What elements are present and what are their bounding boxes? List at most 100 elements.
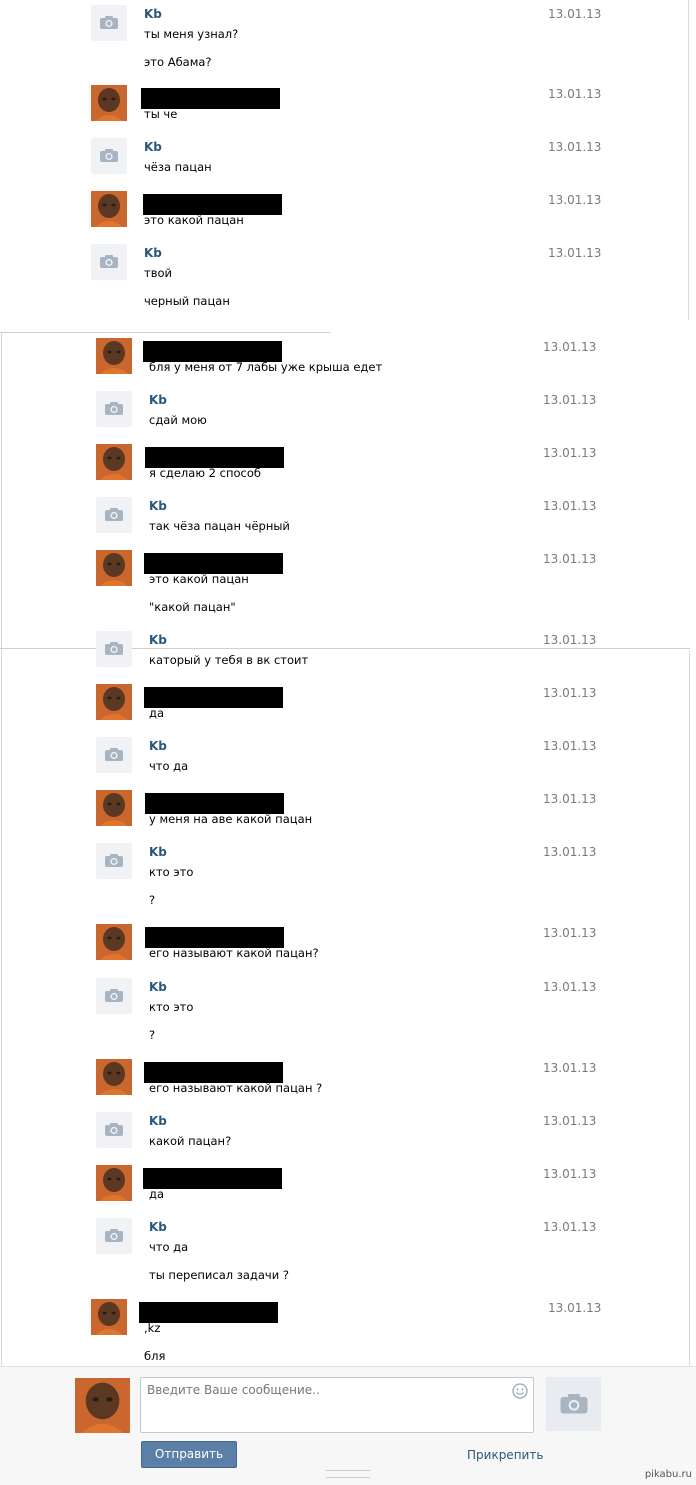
message-date: 13.01.13 (548, 193, 602, 207)
message-date: 13.01.13 (543, 393, 597, 407)
message-input[interactable]: Введите Ваше сообщение.. (140, 1377, 534, 1433)
message-text: что да (149, 759, 189, 773)
avatar[interactable] (96, 1165, 132, 1201)
author-name[interactable]: Kb (149, 1220, 167, 1234)
avatar[interactable] (96, 1059, 132, 1095)
redacted-author (143, 341, 282, 362)
message-text: его называют какой пацан ? (149, 1081, 323, 1095)
avatar[interactable] (96, 444, 132, 480)
message-date: 13.01.13 (543, 1220, 597, 1234)
message-text: ты переписал задачи ? (149, 1268, 289, 1282)
redacted-author (144, 553, 283, 574)
send-button[interactable]: Отправить (141, 1441, 237, 1468)
emoji-icon[interactable] (512, 1383, 528, 1399)
message-text: так чёза пацан чёрный (149, 519, 290, 533)
message-date: 13.01.13 (543, 845, 597, 859)
avatar[interactable] (96, 978, 132, 1014)
message-text: что да (149, 1240, 189, 1254)
avatar[interactable] (91, 1299, 127, 1335)
author-name[interactable]: Kb (149, 980, 167, 994)
avatar[interactable] (96, 338, 132, 374)
avatar[interactable] (91, 191, 127, 227)
message-date: 13.01.13 (548, 7, 602, 21)
message-text: ? (149, 1028, 156, 1042)
message-text: это какой пацан (144, 213, 244, 227)
redacted-author (139, 1302, 278, 1323)
avatar[interactable] (91, 85, 127, 121)
message-date: 13.01.13 (543, 980, 597, 994)
redacted-author (143, 1168, 282, 1189)
avatar[interactable] (91, 5, 127, 41)
message-date: 13.01.13 (548, 1301, 602, 1315)
camera-icon (105, 748, 123, 761)
avatar[interactable] (91, 138, 127, 174)
message-text: бля (144, 1349, 166, 1363)
message-date: 13.01.13 (543, 686, 597, 700)
message-text: сдай мою (149, 413, 207, 427)
watermark: pikabu.ru (644, 1469, 692, 1480)
message-text: я сделаю 2 способ (149, 466, 261, 480)
message-text: чёза пацан (144, 160, 212, 174)
redacted-author (143, 194, 282, 215)
author-name[interactable]: Kb (144, 140, 162, 154)
author-name[interactable]: Kb (149, 633, 167, 647)
my-avatar[interactable] (75, 1378, 130, 1433)
message-text: черный пацан (144, 294, 230, 308)
author-name[interactable]: Kb (149, 499, 167, 513)
message-date: 13.01.13 (543, 552, 597, 566)
message-date: 13.01.13 (543, 446, 597, 460)
avatar[interactable] (91, 244, 127, 280)
avatar[interactable] (96, 790, 132, 826)
message-text: это какой пацан (149, 572, 249, 586)
avatar[interactable] (96, 631, 132, 667)
message-date: 13.01.13 (548, 246, 602, 260)
resize-grip[interactable] (326, 1470, 370, 1478)
avatar[interactable] (96, 924, 132, 960)
message-date: 13.01.13 (543, 926, 597, 940)
camera-icon (105, 1123, 123, 1136)
author-name[interactable]: Kb (149, 1114, 167, 1128)
message-date: 13.01.13 (543, 1114, 597, 1128)
message-text: да (149, 1187, 164, 1201)
camera-icon (100, 255, 118, 268)
author-name[interactable]: Kb (149, 739, 167, 753)
author-name[interactable]: Kb (149, 845, 167, 859)
author-name[interactable]: Kb (149, 393, 167, 407)
message-text: какой пацан? (149, 1134, 232, 1148)
attach-link[interactable]: Прикрепить (467, 1448, 543, 1462)
message-text: это Абама? (144, 55, 212, 69)
avatar[interactable] (96, 1112, 132, 1148)
message-input-placeholder: Введите Ваше сообщение.. (147, 1383, 320, 1397)
redacted-author (144, 1062, 283, 1083)
camera-icon (105, 989, 123, 1002)
message-date: 13.01.13 (543, 340, 597, 354)
message-date: 13.01.13 (543, 739, 597, 753)
avatar[interactable] (96, 684, 132, 720)
message-text: ты че (144, 107, 178, 121)
author-name[interactable]: Kb (144, 246, 162, 260)
avatar[interactable] (96, 737, 132, 773)
avatar[interactable] (96, 843, 132, 879)
avatar[interactable] (96, 550, 132, 586)
message-text: у меня на аве какой пацан (149, 812, 313, 826)
message-date: 13.01.13 (543, 792, 597, 806)
message-text: твой (144, 266, 172, 280)
avatar[interactable] (96, 1218, 132, 1254)
camera-icon (105, 854, 123, 867)
message-text: кто это (149, 865, 194, 879)
message-text: ? (149, 893, 156, 907)
camera-icon (100, 16, 118, 29)
camera-icon (105, 1229, 123, 1242)
avatar[interactable] (96, 497, 132, 533)
camera-icon (105, 508, 123, 521)
camera-icon (560, 1394, 588, 1414)
avatar[interactable] (96, 391, 132, 427)
message-date: 13.01.13 (548, 140, 602, 154)
author-name[interactable]: Kb (144, 7, 162, 21)
camera-icon (105, 402, 123, 415)
attach-photo-button[interactable] (546, 1377, 601, 1431)
message-text: ты меня узнал? (144, 27, 239, 41)
message-text: бля у меня от 7 лабы уже крыша едет (149, 360, 383, 374)
redacted-author (145, 447, 284, 468)
message-date: 13.01.13 (543, 499, 597, 513)
